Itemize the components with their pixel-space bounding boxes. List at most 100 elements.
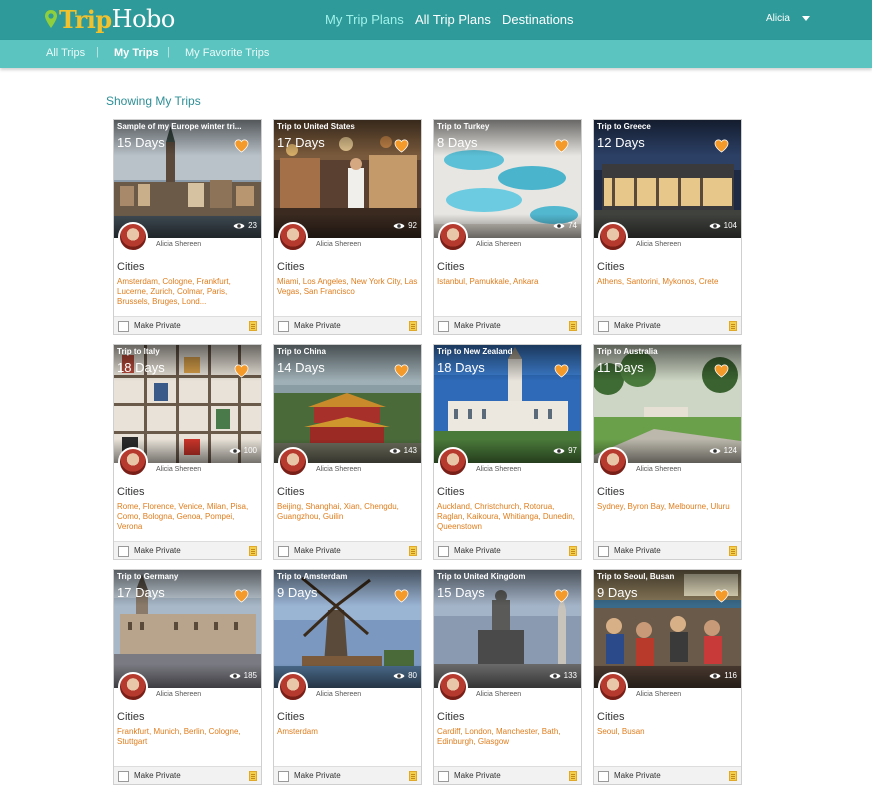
author-avatar[interactable] <box>438 672 468 702</box>
make-private-checkbox[interactable] <box>598 321 609 332</box>
trip-photo[interactable]: Sample of my Europe winter tri... 15 Day… <box>114 120 261 238</box>
favorite-heart-icon[interactable] <box>234 589 249 603</box>
make-private-checkbox[interactable] <box>118 771 129 782</box>
card-footer: Make Private <box>594 316 741 334</box>
trip-photo[interactable]: Trip to New Zealand 18 Days 97 <box>434 345 581 463</box>
notes-icon[interactable] <box>409 321 417 331</box>
trip-photo[interactable]: Trip to Amsterdam 9 Days 80 <box>274 570 421 688</box>
trip-card[interactable]: Trip to Germany 17 Days 185 Alicia Shere… <box>113 569 262 785</box>
make-private-checkbox[interactable] <box>278 771 289 782</box>
favorite-heart-icon[interactable] <box>554 139 569 153</box>
author-name: Alicia Shereen <box>316 241 362 248</box>
notes-icon[interactable] <box>409 546 417 556</box>
author-avatar[interactable] <box>598 672 628 702</box>
trip-photo[interactable]: Trip to China 14 Days 143 <box>274 345 421 463</box>
user-menu[interactable]: Alicia <box>766 13 810 24</box>
trip-title[interactable]: Trip to Australia <box>597 347 735 356</box>
favorite-heart-icon[interactable] <box>714 364 729 378</box>
trip-photo[interactable]: Trip to United Kingdom 15 Days 133 <box>434 570 581 688</box>
make-private-checkbox[interactable] <box>438 546 449 557</box>
make-private-checkbox[interactable] <box>278 546 289 557</box>
trip-title[interactable]: Trip to New Zealand <box>437 347 575 356</box>
author-avatar[interactable] <box>118 447 148 477</box>
trip-title[interactable]: Trip to Greece <box>597 122 735 131</box>
trip-title[interactable]: Trip to Seoul, Busan <box>597 572 735 581</box>
nav-my-trip-plans[interactable]: My Trip Plans <box>325 12 404 27</box>
make-private-checkbox[interactable] <box>118 546 129 557</box>
notes-icon[interactable] <box>409 771 417 781</box>
nav-all-trip-plans[interactable]: All Trip Plans <box>415 12 491 27</box>
trip-category: Cities <box>437 711 465 723</box>
trip-title[interactable]: Trip to China <box>277 347 415 356</box>
trip-duration: 11 Days <box>597 360 644 375</box>
trip-card[interactable]: Trip to Italy 18 Days 100 Alicia Shereen… <box>113 344 262 560</box>
author-avatar[interactable] <box>278 222 308 252</box>
notes-icon[interactable] <box>249 321 257 331</box>
view-count: 133 <box>549 671 577 680</box>
trip-photo[interactable]: Trip to United States 17 Days 92 <box>274 120 421 238</box>
author-avatar[interactable] <box>438 222 468 252</box>
favorite-heart-icon[interactable] <box>394 364 409 378</box>
trip-card[interactable]: Sample of my Europe winter tri... 15 Day… <box>113 119 262 335</box>
favorite-heart-icon[interactable] <box>234 139 249 153</box>
notes-icon[interactable] <box>569 546 577 556</box>
trip-photo[interactable]: Trip to Italy 18 Days 100 <box>114 345 261 463</box>
favorite-heart-icon[interactable] <box>714 139 729 153</box>
make-private-checkbox[interactable] <box>278 321 289 332</box>
trip-title[interactable]: Trip to Turkey <box>437 122 575 131</box>
trip-category: Cities <box>277 486 305 498</box>
make-private-label: Make Private <box>134 321 181 330</box>
author-avatar[interactable] <box>598 447 628 477</box>
trip-card[interactable]: Trip to Seoul, Busan 9 Days 116 Alicia S… <box>593 569 742 785</box>
favorite-heart-icon[interactable] <box>554 589 569 603</box>
notes-icon[interactable] <box>729 771 737 781</box>
favorite-heart-icon[interactable] <box>714 589 729 603</box>
subnav-my-favorite-trips[interactable]: My Favorite Trips <box>185 47 269 59</box>
trip-title[interactable]: Trip to Germany <box>117 572 255 581</box>
trip-title[interactable]: Trip to United Kingdom <box>437 572 575 581</box>
trip-photo[interactable]: Trip to Greece 12 Days 104 <box>594 120 741 238</box>
nav-destinations[interactable]: Destinations <box>502 12 574 27</box>
author-avatar[interactable] <box>118 672 148 702</box>
make-private-checkbox[interactable] <box>598 771 609 782</box>
notes-icon[interactable] <box>729 321 737 331</box>
notes-icon[interactable] <box>249 546 257 556</box>
author-avatar[interactable] <box>438 447 468 477</box>
author-avatar[interactable] <box>118 222 148 252</box>
trip-card[interactable]: Trip to United States 17 Days 92 Alicia … <box>273 119 422 335</box>
author-avatar[interactable] <box>598 222 628 252</box>
trip-photo[interactable]: Trip to Australia 11 Days 124 <box>594 345 741 463</box>
trip-card[interactable]: Trip to China 14 Days 143 Alicia Shereen… <box>273 344 422 560</box>
notes-icon[interactable] <box>249 771 257 781</box>
trip-card[interactable]: Trip to New Zealand 18 Days 97 Alicia Sh… <box>433 344 582 560</box>
subnav-my-trips[interactable]: My Trips <box>114 47 159 59</box>
make-private-checkbox[interactable] <box>438 321 449 332</box>
author-avatar[interactable] <box>278 672 308 702</box>
trip-title[interactable]: Sample of my Europe winter tri... <box>117 122 255 131</box>
author-avatar[interactable] <box>278 447 308 477</box>
favorite-heart-icon[interactable] <box>394 139 409 153</box>
make-private-checkbox[interactable] <box>118 321 129 332</box>
trip-title[interactable]: Trip to United States <box>277 122 415 131</box>
trip-title[interactable]: Trip to Amsterdam <box>277 572 415 581</box>
view-count: 92 <box>393 221 417 230</box>
favorite-heart-icon[interactable] <box>234 364 249 378</box>
trip-card[interactable]: Trip to Greece 12 Days 104 Alicia Sheree… <box>593 119 742 335</box>
trip-photo[interactable]: Trip to Turkey 8 Days 74 <box>434 120 581 238</box>
trip-card[interactable]: Trip to Amsterdam 9 Days 80 Alicia Shere… <box>273 569 422 785</box>
notes-icon[interactable] <box>569 321 577 331</box>
favorite-heart-icon[interactable] <box>554 364 569 378</box>
trip-title[interactable]: Trip to Italy <box>117 347 255 356</box>
trip-card[interactable]: Trip to Australia 11 Days 124 Alicia She… <box>593 344 742 560</box>
triphobo-logo[interactable]: Trip Hobo <box>44 4 175 34</box>
subnav-all-trips[interactable]: All Trips <box>46 47 85 59</box>
trip-card[interactable]: Trip to Turkey 8 Days 74 Alicia Shereen … <box>433 119 582 335</box>
notes-icon[interactable] <box>729 546 737 556</box>
notes-icon[interactable] <box>569 771 577 781</box>
trip-photo[interactable]: Trip to Seoul, Busan 9 Days 116 <box>594 570 741 688</box>
make-private-checkbox[interactable] <box>598 546 609 557</box>
trip-card[interactable]: Trip to United Kingdom 15 Days 133 Alici… <box>433 569 582 785</box>
trip-photo[interactable]: Trip to Germany 17 Days 185 <box>114 570 261 688</box>
favorite-heart-icon[interactable] <box>394 589 409 603</box>
make-private-checkbox[interactable] <box>438 771 449 782</box>
